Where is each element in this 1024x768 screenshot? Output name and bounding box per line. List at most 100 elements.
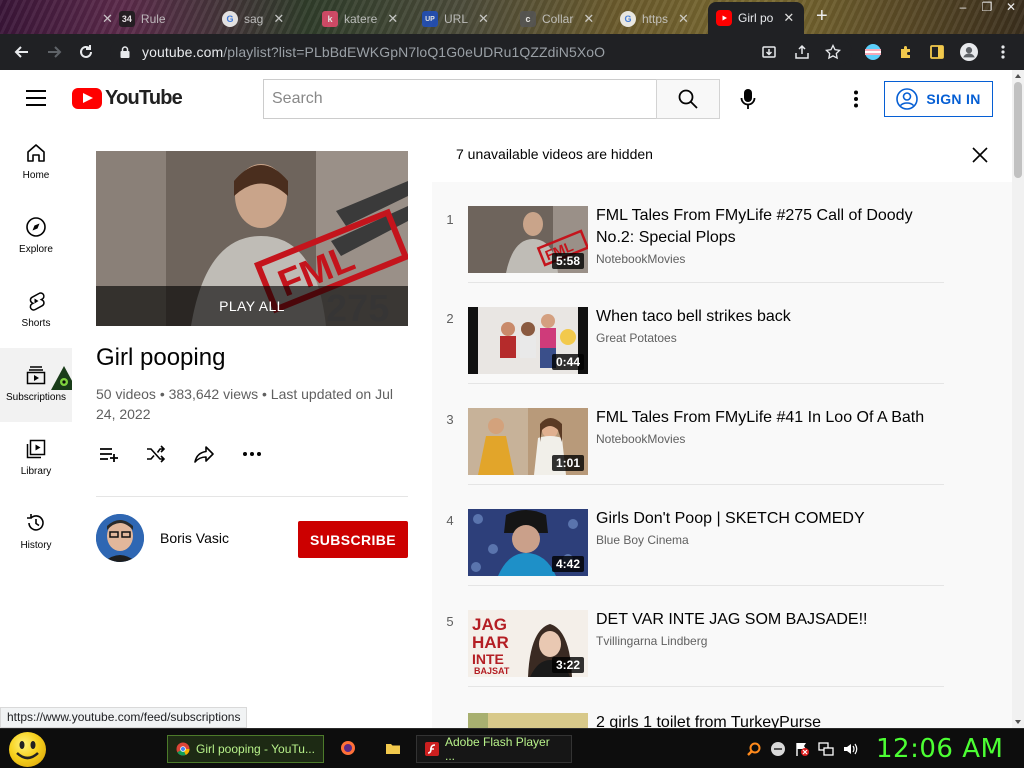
network-icon[interactable] bbox=[818, 741, 834, 757]
video-thumbnail[interactable]: 1:01 bbox=[468, 408, 588, 475]
address-bar[interactable]: youtube.com/playlist?list=PLbBdEWKGpN7lo… bbox=[110, 38, 852, 66]
hidden-videos-notice: 7 unavailable videos are hidden bbox=[432, 126, 1012, 182]
profile-flag-icon[interactable] bbox=[864, 43, 882, 61]
guide-item-subscriptions[interactable]: Subscriptions bbox=[0, 348, 77, 422]
browser-tab[interactable]: ✕ 34 Rule bbox=[90, 4, 174, 34]
maximize-icon[interactable]: ❐ bbox=[976, 0, 998, 18]
browser-tab[interactable]: k katere ✕ bbox=[314, 4, 406, 34]
home-icon bbox=[27, 144, 45, 162]
scrollbar-thumb[interactable] bbox=[1014, 82, 1022, 178]
search-tray-icon[interactable] bbox=[746, 741, 762, 757]
close-tab-icon[interactable]: ✕ bbox=[583, 11, 594, 27]
close-tab-icon[interactable]: ✕ bbox=[678, 11, 689, 27]
video-title[interactable]: Girls Don't Poop | SKETCH COMEDY bbox=[596, 508, 936, 530]
back-icon[interactable] bbox=[6, 36, 38, 68]
more-actions-button[interactable] bbox=[237, 439, 267, 469]
close-tab-icon[interactable]: ✕ bbox=[273, 11, 284, 27]
firefox-icon[interactable] bbox=[340, 740, 356, 756]
scrollbar[interactable] bbox=[1012, 70, 1024, 728]
video-channel[interactable]: Blue Boy Cinema bbox=[596, 533, 689, 547]
play-all-button[interactable]: PLAY ALL bbox=[96, 286, 408, 326]
list-item[interactable]: 3 1:01 FML Tales From FMyLife #41 In Loo… bbox=[432, 384, 1012, 485]
shuffle-button[interactable] bbox=[141, 439, 171, 469]
video-title[interactable]: When taco bell strikes back bbox=[596, 306, 936, 328]
list-item[interactable]: 1 FML 5:58 FML Tales From FMyLife #275 C… bbox=[432, 182, 1012, 283]
browser-tab-active[interactable]: Girl po ✕ bbox=[708, 2, 804, 34]
list-item[interactable]: 5 JAG HAR INTE BAJSAT 3:22 DET VAR INTE … bbox=[432, 586, 1012, 687]
browser-tab[interactable]: UP URL ✕ bbox=[414, 4, 497, 34]
guide-item-library[interactable]: Library bbox=[0, 422, 72, 496]
taskbar-clock[interactable]: 12:06 AM bbox=[876, 734, 1003, 764]
video-channel[interactable]: NotebookMovies bbox=[596, 252, 685, 266]
guide-menu-icon[interactable] bbox=[26, 90, 46, 106]
list-item[interactable]: 2 0:44 When taco bell strikes back Great… bbox=[432, 283, 1012, 384]
playlist-thumbnail[interactable]: FML 275 PLAY ALL bbox=[96, 151, 408, 326]
close-tab-icon[interactable]: ✕ bbox=[102, 11, 113, 27]
close-tab-icon[interactable]: ✕ bbox=[387, 11, 398, 27]
voice-search-button[interactable] bbox=[736, 86, 760, 112]
share-icon[interactable] bbox=[793, 43, 811, 61]
add-to-queue-button[interactable] bbox=[94, 439, 124, 469]
volume-icon[interactable] bbox=[842, 741, 858, 757]
video-channel[interactable]: NotebookMovies bbox=[596, 432, 685, 446]
guide-label: Explore bbox=[19, 244, 53, 255]
guide-item-explore[interactable]: Explore bbox=[0, 200, 72, 274]
taskbar-item-flash-player[interactable]: Adobe Flash Player ... bbox=[416, 735, 572, 763]
browser-tab[interactable]: G sag ✕ bbox=[214, 4, 292, 34]
browser-menu-icon[interactable] bbox=[994, 43, 1012, 61]
install-app-icon[interactable] bbox=[760, 43, 778, 61]
close-tab-icon[interactable]: ✕ bbox=[478, 11, 489, 27]
url-host: youtube.com bbox=[142, 44, 224, 60]
video-title[interactable]: DET VAR INTE JAG SOM BAJSADE!! bbox=[596, 609, 936, 631]
avatar[interactable] bbox=[96, 514, 144, 562]
forward-icon[interactable] bbox=[38, 36, 70, 68]
folder-icon[interactable] bbox=[385, 740, 401, 756]
taskbar-item-chrome[interactable]: Girl pooping - YouTu... bbox=[167, 735, 324, 763]
guide-item-home[interactable]: Home bbox=[0, 126, 72, 200]
guide-item-shorts[interactable]: Shorts bbox=[0, 274, 72, 348]
video-thumbnail[interactable]: JAG HAR INTE BAJSAT 3:22 bbox=[468, 610, 588, 677]
video-thumbnail[interactable]: 4:42 bbox=[468, 509, 588, 576]
browser-tab[interactable]: c Collar ✕ bbox=[512, 4, 602, 34]
subscribe-button[interactable]: SUBSCRIBE bbox=[298, 521, 408, 558]
reload-icon[interactable] bbox=[70, 36, 102, 68]
side-panel-icon[interactable] bbox=[928, 43, 946, 61]
extensions-puzzle-icon[interactable] bbox=[897, 43, 915, 61]
list-item[interactable]: 4 4:42 Girls Don't Poop | SKETCH COMEDY … bbox=[432, 485, 1012, 586]
start-button-smiley-icon[interactable] bbox=[9, 732, 46, 767]
share-button[interactable] bbox=[189, 439, 219, 469]
playlist-owner-name[interactable]: Boris Vasic bbox=[160, 530, 229, 546]
video-title[interactable]: 2 girls 1 toilet from TurkeyPurse bbox=[596, 712, 936, 728]
video-thumbnail[interactable]: FML 5:58 bbox=[468, 206, 588, 273]
scroll-down-icon[interactable] bbox=[1015, 720, 1021, 724]
close-icon[interactable] bbox=[970, 145, 990, 165]
guide-item-history[interactable]: History bbox=[0, 496, 72, 570]
profile-avatar-icon[interactable] bbox=[960, 43, 978, 61]
sign-in-button[interactable]: SIGN IN bbox=[884, 81, 993, 117]
guide-label: Home bbox=[22, 170, 50, 181]
video-title[interactable]: FML Tales From FMyLife #275 Call of Dood… bbox=[596, 205, 936, 249]
video-title[interactable]: FML Tales From FMyLife #41 In Loo Of A B… bbox=[596, 407, 936, 429]
divider bbox=[96, 496, 408, 497]
status-tray-icon[interactable] bbox=[770, 741, 786, 757]
video-duration: 4:42 bbox=[551, 556, 584, 572]
browser-tab[interactable]: G https ✕ bbox=[612, 4, 697, 34]
taskbar-item-label: Girl pooping - YouTu... bbox=[196, 742, 315, 756]
new-tab-icon[interactable]: + bbox=[816, 5, 828, 28]
close-tab-icon[interactable]: ✕ bbox=[783, 10, 794, 26]
video-channel[interactable]: Tvillingarna Lindberg bbox=[596, 634, 707, 648]
search-input[interactable]: Search bbox=[263, 79, 657, 119]
video-channel[interactable]: Great Potatoes bbox=[596, 331, 677, 345]
search-button[interactable] bbox=[656, 79, 720, 119]
minimize-icon[interactable]: – bbox=[952, 0, 974, 18]
account-icon bbox=[896, 88, 919, 110]
window-close-icon[interactable]: ✕ bbox=[1000, 0, 1022, 18]
video-thumbnail[interactable]: 0:44 bbox=[468, 307, 588, 374]
list-item[interactable]: 2 girls 1 toilet from TurkeyPurse bbox=[432, 687, 1012, 728]
youtube-logo[interactable]: YouTube bbox=[72, 87, 183, 110]
scroll-up-icon[interactable] bbox=[1015, 74, 1021, 78]
bookmark-star-icon[interactable] bbox=[824, 43, 842, 61]
settings-menu-icon[interactable] bbox=[846, 88, 866, 110]
video-thumbnail[interactable] bbox=[468, 713, 588, 728]
action-center-flag-icon[interactable] bbox=[794, 741, 810, 757]
